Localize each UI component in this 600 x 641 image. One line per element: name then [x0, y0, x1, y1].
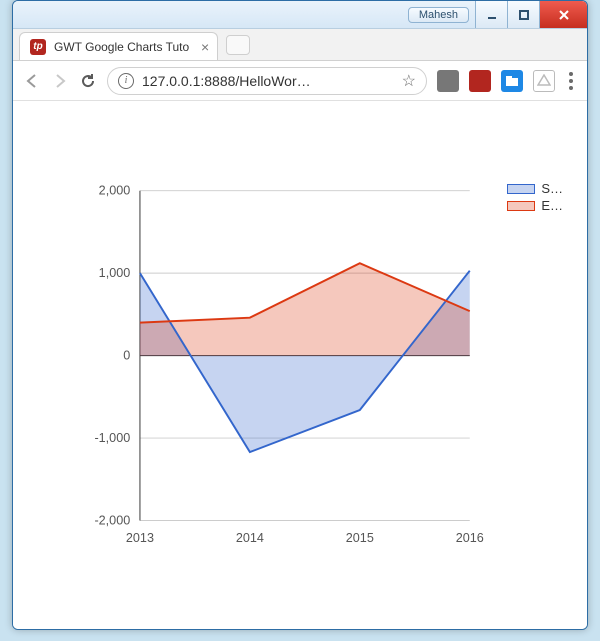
folder-icon [505, 75, 519, 87]
x-tick-label: 2016 [456, 531, 484, 545]
dot-icon [569, 79, 573, 83]
extension-icon[interactable] [501, 70, 523, 92]
y-tick-label: 0 [123, 348, 130, 362]
tab-title: GWT Google Charts Tuto [54, 40, 189, 54]
browser-window: Mahesh tp GWT Google Charts Tuto × [12, 0, 588, 630]
chart-legend: S… E… [507, 181, 563, 215]
x-tick-label: 2013 [126, 531, 154, 545]
extension-icon[interactable] [437, 70, 459, 92]
drive-icon [537, 74, 551, 88]
maximize-button[interactable] [507, 1, 539, 28]
legend-item[interactable]: E… [507, 198, 563, 213]
minimize-icon [486, 9, 498, 21]
dot-icon [569, 86, 573, 90]
new-tab-button[interactable] [226, 35, 250, 55]
reload-icon [80, 73, 96, 89]
legend-label: S… [541, 181, 563, 196]
legend-swatch-icon [507, 201, 535, 211]
window-titlebar: Mahesh [13, 1, 587, 29]
tab-close-icon[interactable]: × [201, 40, 209, 54]
x-tick-label: 2014 [236, 531, 264, 545]
address-bar[interactable]: i 127.0.0.1:8888/HelloWor… ☆ [107, 67, 427, 95]
browser-tab[interactable]: tp GWT Google Charts Tuto × [19, 32, 218, 60]
extension-icon[interactable] [469, 70, 491, 92]
toolbar: i 127.0.0.1:8888/HelloWor… ☆ [13, 61, 587, 101]
chart-svg: 2,000 1,000 0 -1,000 -2,000 2013 2014 2015 2016 [43, 181, 557, 569]
extension-icon[interactable] [533, 70, 555, 92]
dot-icon [569, 72, 573, 76]
favicon-icon: tp [30, 39, 46, 55]
url-text: 127.0.0.1:8888/HelloWor… [142, 73, 394, 89]
reload-button[interactable] [79, 73, 97, 89]
bookmark-star-icon[interactable]: ☆ [402, 71, 416, 91]
forward-button[interactable] [51, 73, 69, 89]
arrow-right-icon [52, 73, 68, 89]
site-info-icon[interactable]: i [118, 73, 134, 89]
back-button[interactable] [23, 73, 41, 89]
legend-label: E… [541, 198, 563, 213]
arrow-left-icon [24, 73, 40, 89]
y-tick-label: 1,000 [99, 266, 131, 280]
tab-strip: tp GWT Google Charts Tuto × [13, 29, 587, 61]
close-window-button[interactable] [539, 1, 587, 28]
minimize-button[interactable] [475, 1, 507, 28]
maximize-icon [518, 9, 530, 21]
user-pill[interactable]: Mahesh [408, 7, 469, 23]
legend-item[interactable]: S… [507, 181, 563, 196]
chart-plot: 2,000 1,000 0 -1,000 -2,000 2013 2014 2015 2016 [94, 184, 483, 545]
x-tick-label: 2015 [346, 531, 374, 545]
chart: S… E… 2,0001,0000-1,000-2,00020132014201… [43, 181, 557, 569]
close-icon [557, 8, 571, 22]
legend-swatch-icon [507, 184, 535, 194]
y-tick-label: -1,000 [94, 431, 130, 445]
y-tick-label: -2,000 [94, 513, 130, 527]
series-area [140, 263, 470, 355]
menu-button[interactable] [565, 72, 577, 90]
page-content: S… E… 2,000 1,000 0 -1,000 -2,000 2013 2014 201… [13, 101, 587, 629]
y-tick-label: 2,000 [99, 184, 131, 198]
